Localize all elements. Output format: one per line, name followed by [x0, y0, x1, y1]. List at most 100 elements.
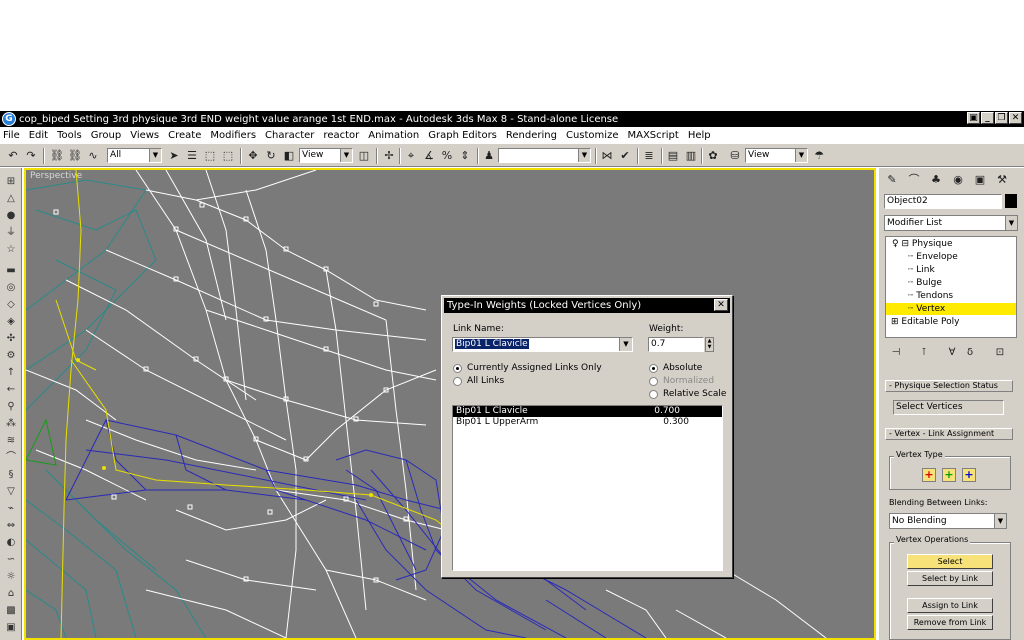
rigid-vertex-button[interactable]: + [922, 468, 936, 482]
object-color-swatch[interactable] [1005, 194, 1017, 208]
link-name-dropdown[interactable]: Bip01 L Clavicle ▼ [452, 337, 633, 352]
select-and-link-icon[interactable]: ⛓ [49, 149, 65, 163]
root-vertex-button[interactable]: + [962, 468, 976, 482]
select-and-move-icon[interactable]: ✥ [245, 149, 261, 163]
camera-icon[interactable]: ▬ [3, 264, 19, 278]
stack-item-tendons[interactable]: ┈ Tendons [886, 290, 1016, 302]
rectangular-selection-icon[interactable]: ⬚ [202, 149, 218, 163]
app-logo-icon[interactable]: G [2, 112, 16, 126]
menu-views[interactable]: Views [130, 130, 159, 141]
weight-spinner[interactable]: ▲ ▼ [705, 337, 714, 352]
radio-absolute[interactable]: Absolute [649, 363, 702, 373]
wave-icon[interactable]: ≋ [3, 434, 19, 448]
angle-snap-icon[interactable]: ∡ [421, 149, 437, 163]
maximize-button[interactable]: ❐ [995, 112, 1008, 124]
render-setup-icon[interactable]: ⛁ [727, 149, 743, 163]
menu-character[interactable]: Character [265, 130, 314, 141]
viewport-label[interactable]: Perspective [30, 171, 82, 181]
reference-coordinate-dropdown[interactable]: View ▼ [299, 148, 353, 163]
named-selection-dropdown[interactable]: ▼ [498, 148, 591, 163]
noise-icon[interactable]: ⌁ [3, 502, 19, 516]
create-tab-icon[interactable]: ✎ [883, 171, 901, 189]
modify-tab-icon[interactable]: ⌒ [905, 171, 923, 189]
pivot-center-icon[interactable]: ◫ [356, 149, 372, 163]
systems-icon[interactable]: ▣ [3, 621, 19, 635]
select-manipulate-icon[interactable]: ✢ [381, 149, 397, 163]
menu-create[interactable]: Create [168, 130, 201, 141]
select-and-scale-icon[interactable]: ◧ [281, 149, 297, 163]
light-icon[interactable]: ☼ [3, 570, 19, 584]
select-by-link-button[interactable]: Select by Link [907, 571, 993, 586]
list-item[interactable]: Bip01 L UpperArm 0.300 [453, 417, 722, 428]
tube-icon[interactable]: ◎ [3, 281, 19, 295]
menu-modifiers[interactable]: Modifiers [210, 130, 256, 141]
menu-group[interactable]: Group [91, 130, 121, 141]
stack-item-physique[interactable]: ♀ ⊟ Physique [886, 238, 1016, 250]
space-warp-icon[interactable]: ▩ [3, 604, 19, 618]
undo-icon[interactable]: ↶ [5, 149, 21, 163]
menu-customize[interactable]: Customize [566, 130, 619, 141]
stack-item-envelope[interactable]: ┈ Envelope [886, 251, 1016, 263]
menu-maxscript[interactable]: MAXScript [627, 130, 678, 141]
taper-icon[interactable]: ▽ [3, 485, 19, 499]
bind-space-warp-icon[interactable]: ∿ [85, 149, 101, 163]
link-weights-list[interactable]: Bip01 L Clavicle 0.700 Bip01 L UpperArm … [452, 405, 723, 571]
menu-animation[interactable]: Animation [368, 130, 419, 141]
show-end-result-icon[interactable]: ⊺ [917, 346, 931, 360]
mirror-icon[interactable]: ⋈ [599, 149, 615, 163]
snap-toggle-icon[interactable]: ⌖ [403, 149, 419, 163]
stack-item-vertex[interactable]: ┈ Vertex [886, 303, 1016, 315]
quick-render-icon[interactable]: ☂ [811, 149, 827, 163]
hedra-icon[interactable]: ◈ [3, 315, 19, 329]
stack-item-bulge[interactable]: ┈ Bulge [886, 277, 1016, 289]
window-crossing-icon[interactable]: ⬚ [220, 149, 236, 163]
stack-item-link[interactable]: ┈ Link [886, 264, 1016, 276]
cylinder-icon[interactable]: ⏚ [3, 226, 19, 240]
radio-current-links[interactable]: Currently Assigned Links Only [453, 363, 602, 373]
arrow-left-icon[interactable]: ← [3, 383, 19, 397]
gear-icon[interactable]: ⚙ [3, 349, 19, 363]
align-icon[interactable]: ✔ [617, 149, 633, 163]
cone-icon[interactable]: △ [3, 192, 19, 206]
torus-knot-icon[interactable]: ✣ [3, 332, 19, 346]
configure-modifier-sets-icon[interactable]: ⊡ [993, 346, 1007, 360]
arrow-up-icon[interactable]: ↑ [3, 366, 19, 380]
star-icon[interactable]: ☆ [3, 243, 19, 257]
box-icon[interactable]: ⊞ [3, 175, 19, 189]
menu-graph-editors[interactable]: Graph Editors [428, 130, 497, 141]
blending-dropdown[interactable]: No Blending ▼ [889, 513, 1007, 529]
assign-to-link-button[interactable]: Assign to Link [907, 598, 993, 613]
menu-tools[interactable]: Tools [57, 130, 82, 141]
layer-manager-icon[interactable]: ≣ [641, 149, 657, 163]
edit-named-selection-icon[interactable]: ♟ [481, 149, 497, 163]
modifier-list-dropdown[interactable]: Modifier List ▼ [884, 215, 1018, 231]
ripple-icon[interactable]: ∽ [3, 553, 19, 567]
dialog-close-button[interactable]: ✕ [714, 299, 728, 311]
list-item[interactable]: Bip01 L Clavicle 0.700 [453, 406, 722, 417]
make-unique-icon[interactable]: ∀ [945, 346, 959, 360]
deformable-vertex-button[interactable]: + [942, 468, 956, 482]
radio-all-links[interactable]: All Links [453, 376, 504, 386]
display-tab-icon[interactable]: ▣ [971, 171, 989, 189]
render-view-dropdown[interactable]: View ▼ [745, 148, 808, 163]
select-by-name-icon[interactable]: ☰ [184, 149, 200, 163]
remove-modifier-icon[interactable]: δ [963, 346, 977, 360]
select-object-icon[interactable]: ➤ [166, 149, 182, 163]
material-editor-icon[interactable]: ✿ [705, 149, 721, 163]
redo-icon[interactable]: ↷ [23, 149, 39, 163]
pin-stack-icon[interactable]: ⊣ [889, 346, 903, 360]
plane-icon[interactable]: ◇ [3, 298, 19, 312]
selection-filter-dropdown[interactable]: All ▼ [107, 148, 162, 163]
spinner-snap-icon[interactable]: ⇕ [457, 149, 473, 163]
twist-icon[interactable]: § [3, 468, 19, 482]
utilities-tab-icon[interactable]: ⚒ [993, 171, 1011, 189]
radio-relative-scale[interactable]: Relative Scale [649, 389, 726, 399]
object-name-input[interactable]: Object02 [884, 194, 1002, 209]
menu-edit[interactable]: Edit [29, 130, 48, 141]
physique-selection-status-rollout[interactable]: - Physique Selection Status [885, 380, 1013, 392]
restore-layout-button[interactable]: ▣ [967, 112, 980, 124]
select-and-rotate-icon[interactable]: ↻ [263, 149, 279, 163]
spray-icon[interactable]: ⁂ [3, 417, 19, 431]
remove-from-link-button[interactable]: Remove from Link [907, 615, 993, 630]
hierarchy-tab-icon[interactable]: ♣ [927, 171, 945, 189]
